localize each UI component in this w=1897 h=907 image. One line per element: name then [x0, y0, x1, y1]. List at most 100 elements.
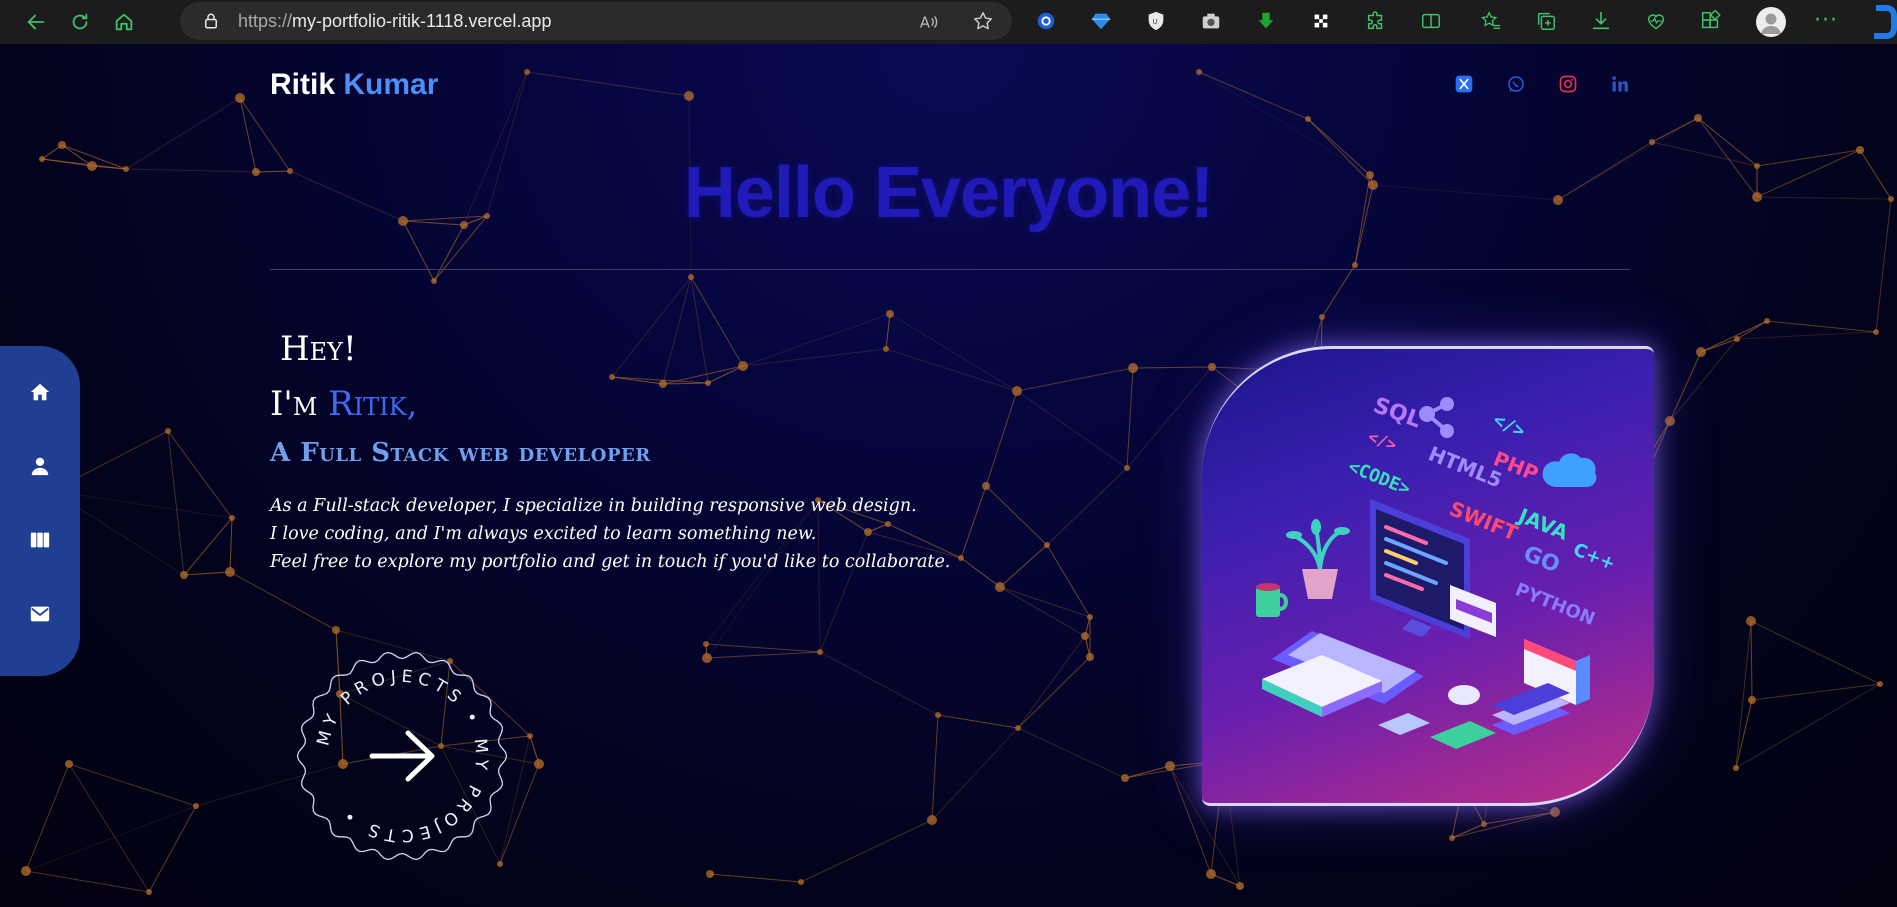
- network-line: [706, 651, 821, 659]
- network-line: [1017, 635, 1086, 729]
- address-bar[interactable]: https://my-portfolio-ritik-1118.vercel.a…: [180, 2, 1012, 40]
- brand-last-name: Kumar: [343, 68, 439, 101]
- network-node: [688, 274, 694, 280]
- network-node: [958, 555, 964, 561]
- health-heart-icon[interactable]: [1643, 8, 1669, 34]
- network-node: [1696, 347, 1706, 357]
- network-line: [1736, 331, 1877, 340]
- network-node: [1746, 616, 1756, 626]
- network-line: [229, 517, 233, 573]
- network-node: [235, 93, 245, 103]
- network-line: [1735, 683, 1881, 769]
- favorites-star-list-icon[interactable]: [1478, 8, 1504, 34]
- extension-blue-icon[interactable]: [1033, 8, 1059, 34]
- puzzle-extensions-icon[interactable]: [1363, 8, 1389, 34]
- code-tag-label: </>: [1490, 409, 1528, 442]
- whatsapp-icon[interactable]: [1504, 72, 1528, 96]
- site-brand[interactable]: Ritik Kumar: [270, 68, 438, 102]
- network-line: [705, 499, 819, 645]
- network-node: [1550, 807, 1560, 817]
- network-node: [229, 515, 235, 521]
- network-node: [225, 567, 235, 577]
- network-line: [1321, 264, 1356, 318]
- network-node: [1124, 465, 1130, 471]
- mug-icon: [1256, 583, 1288, 617]
- favorite-star-icon[interactable]: [972, 10, 994, 32]
- network-node: [1236, 882, 1244, 890]
- grid-dots-icon[interactable]: [1308, 8, 1334, 34]
- go-label: GO: [1520, 541, 1563, 578]
- network-line: [709, 873, 802, 883]
- network-line: [1483, 811, 1556, 825]
- network-node: [431, 278, 437, 284]
- java-label: JAVA: [1513, 503, 1572, 545]
- network-node: [1748, 696, 1756, 704]
- network-line: [885, 348, 1018, 392]
- my-projects-button[interactable]: MY PROJECTS • MY PROJECTS •: [296, 650, 508, 862]
- network-line: [1198, 71, 1309, 120]
- read-aloud-icon[interactable]: A: [918, 11, 940, 33]
- code-label: <CODE>: [1345, 456, 1413, 500]
- instagram-icon[interactable]: [1556, 72, 1580, 96]
- sql-label: SQL: [1370, 393, 1424, 433]
- network-node: [1128, 363, 1138, 373]
- split-screen-icon[interactable]: [1418, 8, 1444, 34]
- network-line: [985, 485, 1048, 546]
- downloads-icon[interactable]: [1588, 8, 1614, 34]
- network-node: [817, 649, 823, 655]
- network-line: [931, 727, 1019, 821]
- back-button[interactable]: [18, 4, 54, 40]
- network-line: [1016, 367, 1134, 392]
- network-line: [1736, 320, 1768, 340]
- intro-line-2: I love coding, and I'm always excited to…: [270, 524, 817, 544]
- mail-icon[interactable]: [28, 602, 52, 626]
- network-node: [1196, 69, 1202, 75]
- apps-icon[interactable]: [1698, 8, 1724, 34]
- network-node: [527, 733, 533, 739]
- network-node: [1121, 774, 1129, 782]
- x-twitter-icon[interactable]: [1452, 72, 1476, 96]
- network-line: [68, 763, 197, 807]
- network-line: [889, 313, 1018, 392]
- shield-extension-icon[interactable]: U: [1143, 8, 1169, 34]
- cloud-icon: [1542, 453, 1597, 487]
- network-line: [1750, 620, 1881, 685]
- network-node: [165, 428, 171, 434]
- home-button[interactable]: [106, 4, 142, 40]
- calculator-icon: [1378, 713, 1430, 735]
- network-node: [927, 815, 937, 825]
- copilot-icon[interactable]: [1862, 4, 1897, 40]
- diamond-icon[interactable]: [1088, 8, 1114, 34]
- network-line: [1017, 656, 1091, 729]
- download-green-icon[interactable]: [1253, 8, 1279, 34]
- brand-first-name: Ritik: [270, 68, 336, 101]
- network-line: [167, 430, 185, 576]
- network-line: [25, 805, 197, 872]
- network-node: [1649, 139, 1655, 145]
- portfolio-page: Ritik Kumar Hello Everyone! Hey! I'm Rit…: [0, 44, 1897, 907]
- network-line: [937, 714, 1019, 729]
- network-node: [995, 582, 1005, 592]
- profile-avatar[interactable]: [1756, 7, 1786, 37]
- network-line: [960, 557, 1001, 588]
- network-line: [1126, 367, 1134, 469]
- user-icon[interactable]: [28, 454, 52, 478]
- collections-icon[interactable]: [1533, 8, 1559, 34]
- camera-icon[interactable]: [1198, 8, 1224, 34]
- more-options-icon[interactable]: ···: [1814, 8, 1838, 33]
- network-node: [1481, 821, 1487, 827]
- network-node: [738, 361, 748, 371]
- columns-icon[interactable]: [28, 528, 52, 552]
- network-line: [183, 517, 233, 576]
- network-line: [611, 276, 692, 378]
- network-node: [885, 521, 891, 527]
- network-node: [1873, 329, 1879, 335]
- network-line: [1132, 366, 1213, 369]
- greeting-hey: Hey!: [280, 329, 357, 369]
- header-divider: [270, 269, 1630, 270]
- refresh-button[interactable]: [62, 4, 98, 40]
- network-line: [885, 313, 891, 350]
- linkedin-icon[interactable]: [1608, 72, 1632, 96]
- network-node: [684, 91, 694, 101]
- home-icon[interactable]: [28, 380, 52, 404]
